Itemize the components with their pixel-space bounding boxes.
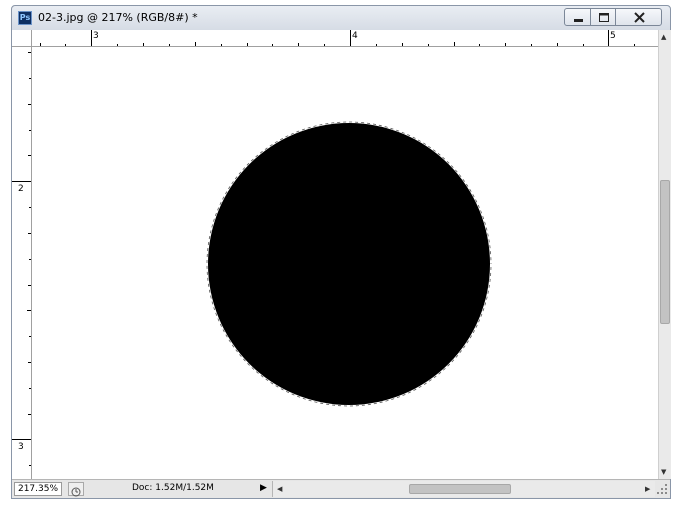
zoom-level-field[interactable]: 217.35%: [14, 482, 62, 496]
window-title: 02-3.jpg @ 217% (RGB/8#) *: [38, 11, 198, 24]
ruler-ticks-top: [40, 30, 635, 46]
ruler-label-top: 4: [352, 31, 358, 41]
status-timer-button[interactable]: [68, 482, 84, 497]
minimize-icon: [574, 19, 583, 22]
ruler-label-top: 3: [93, 31, 99, 41]
scroll-down-icon[interactable]: ▼: [661, 468, 666, 476]
resize-grip-icon[interactable]: [657, 484, 667, 494]
status-bar: 217.35% Doc: 1.52M/1.52M ▶ ◀ ▶: [12, 479, 670, 498]
scroll-left-icon[interactable]: ◀: [277, 485, 282, 493]
timer-icon: [71, 487, 81, 497]
canvas-image: [206, 121, 492, 407]
vertical-scroll-thumb[interactable]: [660, 180, 670, 324]
photoshop-icon: Ps: [18, 11, 32, 25]
ruler-origin[interactable]: [12, 30, 32, 47]
minimize-button[interactable]: [564, 8, 591, 26]
vertical-scrollbar[interactable]: ▲ ▼: [658, 30, 671, 479]
document-canvas[interactable]: [32, 47, 658, 479]
scroll-right-icon[interactable]: ▶: [645, 485, 650, 493]
black-circle: [208, 123, 490, 405]
maximize-icon: [599, 13, 609, 22]
maximize-button[interactable]: [590, 8, 616, 26]
horizontal-scrollbar[interactable]: ◀ ▶: [272, 481, 655, 497]
status-menu-arrow-icon[interactable]: ▶: [260, 483, 267, 493]
ruler-label-top: 5: [610, 31, 616, 41]
horizontal-scroll-thumb[interactable]: [409, 484, 511, 494]
ruler-ticks-left: [12, 52, 31, 466]
ruler-label-left: 2: [18, 184, 24, 194]
close-icon: [634, 12, 645, 23]
scroll-up-icon[interactable]: ▲: [661, 33, 666, 41]
document-window: Ps 02-3.jpg @ 217% (RGB/8#) * 3 4 5 2 3 …: [11, 5, 671, 499]
horizontal-ruler[interactable]: 3 4 5: [32, 30, 658, 47]
title-bar[interactable]: Ps 02-3.jpg @ 217% (RGB/8#) *: [12, 6, 670, 30]
vertical-ruler[interactable]: 2 3: [12, 47, 32, 479]
document-size-info: Doc: 1.52M/1.52M: [132, 483, 214, 493]
close-button[interactable]: [615, 8, 662, 26]
ruler-label-left: 3: [18, 442, 24, 452]
